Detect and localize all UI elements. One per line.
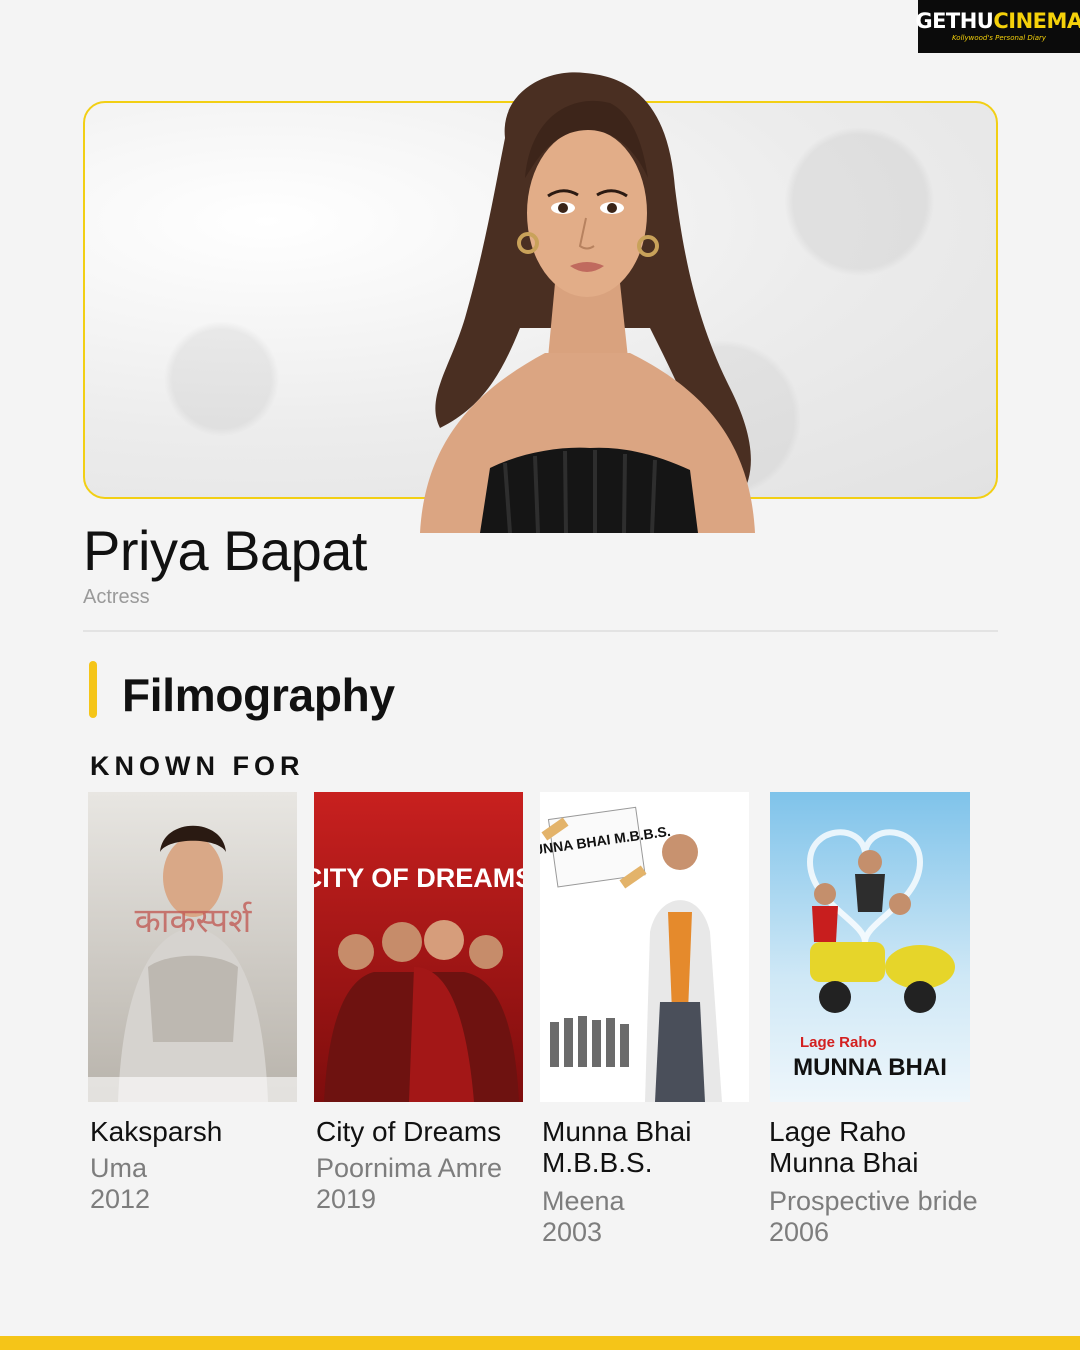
profile-portrait — [420, 72, 755, 533]
section-accent-bar — [89, 661, 97, 718]
poster-subtitle-text: Lage Raho — [800, 1034, 877, 1051]
film-poster[interactable]: CITY OF DREAMS — [314, 792, 523, 1102]
film-poster[interactable]: Lage Raho MUNNA BHAI — [770, 792, 970, 1102]
section-divider — [83, 630, 998, 632]
poster-title-text: CITY OF DREAMS — [314, 863, 523, 893]
poster-title-text: MUNNA BHAI — [793, 1054, 947, 1081]
brand-logo-part2: CINEMA — [993, 9, 1080, 33]
film-poster[interactable]: MUNNA BHAI M.B.B.S. — [540, 792, 749, 1102]
film-title[interactable]: Lage Raho Munna Bhai — [769, 1116, 989, 1178]
brand-logo: GETHUCINEMA Kollywood's Personal Diary — [915, 0, 1080, 53]
film-role: Uma — [90, 1153, 148, 1183]
film-year: 2012 — [90, 1184, 151, 1214]
brand-logo-tagline: Kollywood's Personal Diary — [951, 34, 1047, 42]
poster-title-text: काकस्पर्श — [135, 901, 253, 940]
filmography-heading: Filmography — [122, 669, 395, 721]
film-title[interactable]: Munna Bhai M.B.B.S. — [542, 1116, 762, 1178]
brand-logo-wordmark: GETHUCINEMA — [915, 11, 1080, 32]
film-year: 2003 — [542, 1217, 603, 1247]
person-role: Actress — [83, 586, 150, 608]
brand-logo-part1: GETHU — [915, 9, 994, 33]
film-role: Meena — [542, 1186, 625, 1216]
film-year: 2006 — [769, 1217, 830, 1247]
person-name: Priya Bapat — [83, 519, 368, 582]
bottom-accent-bar — [0, 1336, 1080, 1350]
film-year: 2019 — [316, 1184, 377, 1214]
film-title[interactable]: Kaksparsh — [90, 1116, 310, 1147]
film-role: Poornima Amre — [316, 1153, 503, 1183]
profile-hero-card — [83, 72, 998, 533]
film-title[interactable]: City of Dreams — [316, 1116, 536, 1147]
known-for-label: KNOWN FOR — [90, 751, 305, 781]
film-role: Prospective bride — [769, 1186, 978, 1216]
film-poster[interactable]: काकस्पर्श — [88, 792, 297, 1102]
